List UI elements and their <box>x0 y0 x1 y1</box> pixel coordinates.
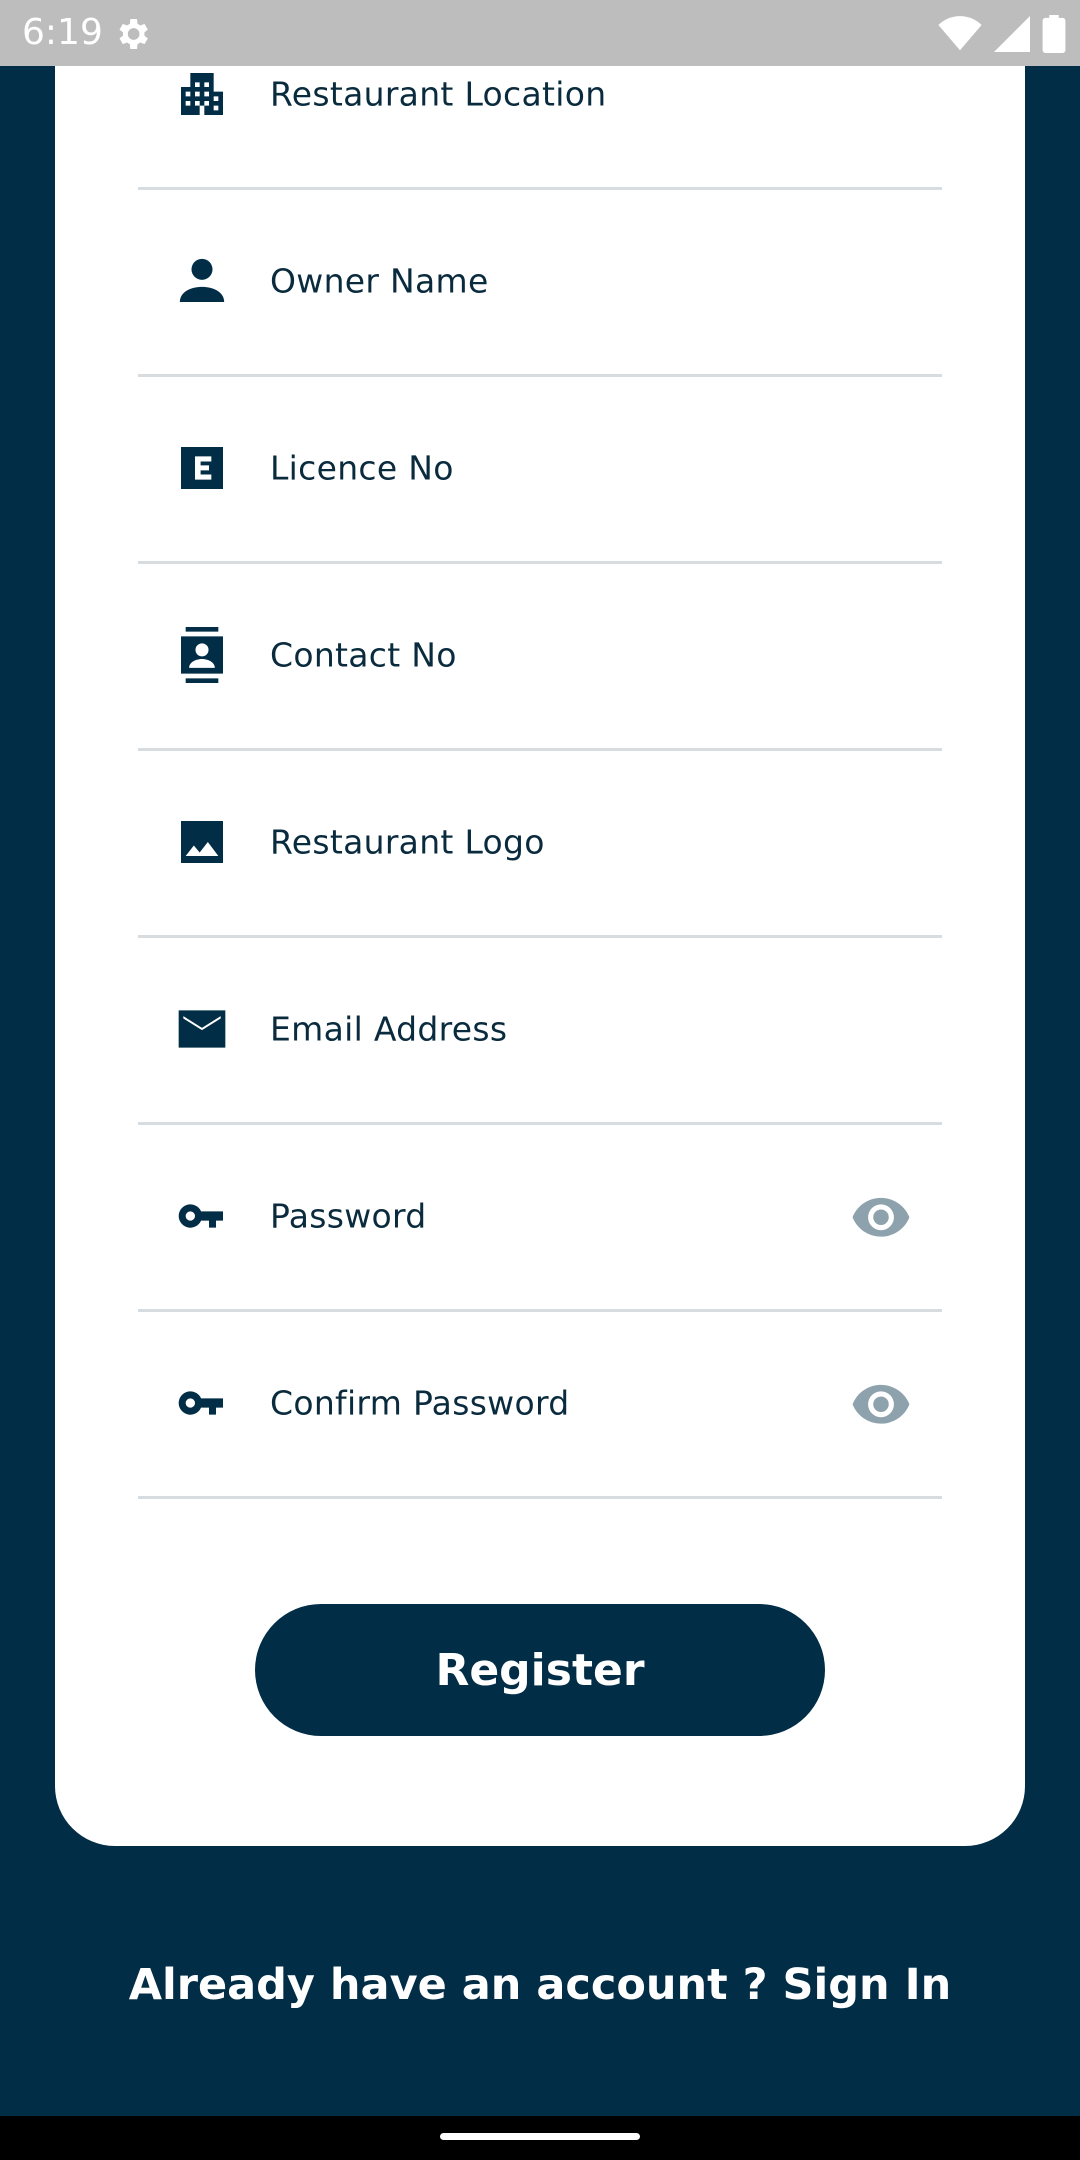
signin-prompt: Already have an account ? Sign In <box>0 1960 1080 2010</box>
licence-no-field[interactable]: Licence No <box>138 374 942 564</box>
confirm-password-field[interactable]: Confirm Password <box>138 1309 942 1499</box>
register-button[interactable]: Register <box>255 1604 825 1736</box>
settings-gear-icon <box>119 19 148 49</box>
contact-no-label: Contact No <box>270 635 457 674</box>
navigation-bar <box>0 2116 1080 2160</box>
home-handle[interactable] <box>440 2133 640 2140</box>
password-field[interactable]: Password <box>138 1122 942 1312</box>
status-time: 6:19 <box>22 12 103 53</box>
battery-icon <box>1042 15 1066 53</box>
person-icon <box>174 253 230 309</box>
wifi-icon <box>938 16 982 51</box>
cellular-signal-icon <box>994 16 1030 52</box>
eye-icon[interactable] <box>850 1185 912 1247</box>
password-label: Password <box>270 1196 427 1235</box>
contact-no-field[interactable]: Contact No <box>138 561 942 751</box>
restaurant-location-label: Restaurant Location <box>270 74 607 113</box>
register-card: Restaurant Location Owner Name Licence N… <box>55 0 1025 1846</box>
licence-no-label: Licence No <box>270 448 454 487</box>
email-address-label: Email Address <box>270 1009 508 1048</box>
license-badge-icon <box>174 440 230 496</box>
key-icon <box>174 1188 230 1244</box>
eye-icon[interactable] <box>850 1372 912 1434</box>
owner-name-label: Owner Name <box>270 261 489 300</box>
restaurant-logo-field[interactable]: Restaurant Logo <box>138 748 942 938</box>
email-address-field[interactable]: Email Address <box>138 935 942 1125</box>
signin-link[interactable]: Sign In <box>783 1960 952 2010</box>
contacts-icon <box>174 626 230 683</box>
restaurant-logo-label: Restaurant Logo <box>270 822 545 861</box>
image-icon <box>174 814 230 870</box>
mail-icon <box>174 1001 230 1057</box>
building-icon <box>174 66 230 122</box>
signin-prompt-text: Already have an account ? <box>128 1960 768 2010</box>
confirm-password-label: Confirm Password <box>270 1383 570 1422</box>
status-bar: 6:19 <box>0 0 1080 66</box>
owner-name-field[interactable]: Owner Name <box>138 187 942 377</box>
key-icon <box>174 1375 230 1431</box>
